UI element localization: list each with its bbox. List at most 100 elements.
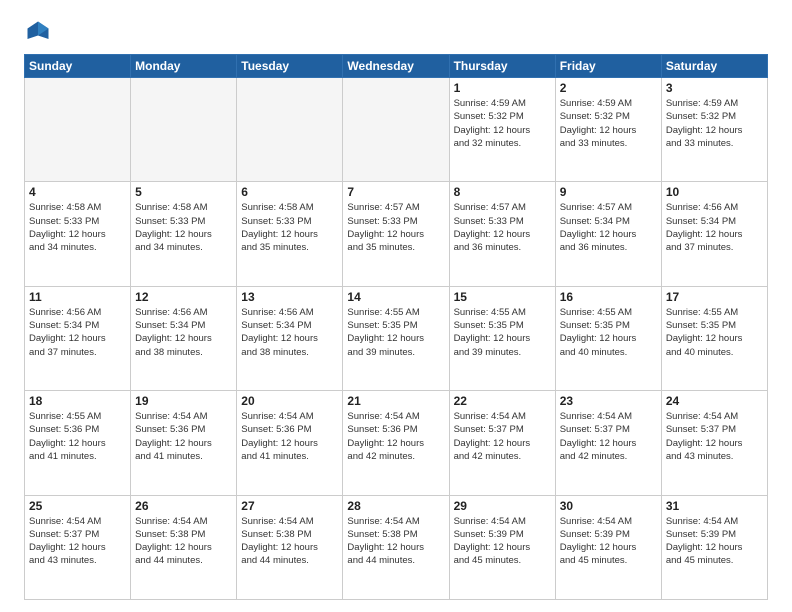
day-info: Sunrise: 4:54 AM Sunset: 5:39 PM Dayligh… — [560, 515, 657, 568]
header — [24, 18, 768, 46]
day-number: 15 — [454, 290, 551, 304]
day-number: 14 — [347, 290, 444, 304]
calendar-cell: 24Sunrise: 4:54 AM Sunset: 5:37 PM Dayli… — [661, 391, 767, 495]
day-info: Sunrise: 4:55 AM Sunset: 5:36 PM Dayligh… — [29, 410, 126, 463]
weekday-header-wednesday: Wednesday — [343, 55, 449, 78]
calendar-cell: 17 Sunrise: 4:55 AM Sunset: 5:35 PM Dayli… — [661, 286, 767, 390]
day-number: 21 — [347, 394, 444, 408]
day-number: 27 — [241, 499, 338, 513]
calendar-cell: 12Sunrise: 4:56 AM Sunset: 5:34 PM Dayli… — [131, 286, 237, 390]
day-number: 25 — [29, 499, 126, 513]
day-number: 13 — [241, 290, 338, 304]
day-number: 9 — [560, 185, 657, 199]
day-info: Sunrise: 4:57 AM Sunset: 5:33 PM Dayligh… — [454, 201, 551, 254]
calendar-cell: 1 Sunrise: 4:59 AM Sunset: 5:32 PM Daylig… — [449, 78, 555, 182]
week-row-1: 1 Sunrise: 4:59 AM Sunset: 5:32 PM Daylig… — [25, 78, 768, 182]
calendar-table: SundayMondayTuesdayWednesdayThursdayFrid… — [24, 54, 768, 600]
day-number: 22 — [454, 394, 551, 408]
day-info: Sunrise: 4:59 AM Sunset: 5:32 PM Dayligh… — [560, 97, 657, 150]
calendar-cell: 30 Sunrise: 4:54 AM Sunset: 5:39 PM Dayli… — [555, 495, 661, 599]
calendar-cell: 7 Sunrise: 4:57 AM Sunset: 5:33 PM Daylig… — [343, 182, 449, 286]
calendar-cell — [131, 78, 237, 182]
week-row-3: 11 Sunrise: 4:56 AM Sunset: 5:34 PM Dayli… — [25, 286, 768, 390]
weekday-header-sunday: Sunday — [25, 55, 131, 78]
day-info: Sunrise: 4:54 AM Sunset: 5:37 PM Dayligh… — [560, 410, 657, 463]
day-info: Sunrise: 4:56 AM Sunset: 5:34 PM Dayligh… — [666, 201, 763, 254]
day-number: 29 — [454, 499, 551, 513]
day-info: Sunrise: 4:58 AM Sunset: 5:33 PM Dayligh… — [29, 201, 126, 254]
day-number: 20 — [241, 394, 338, 408]
week-row-4: 18 Sunrise: 4:55 AM Sunset: 5:36 PM Dayli… — [25, 391, 768, 495]
day-info: Sunrise: 4:55 AM Sunset: 5:35 PM Dayligh… — [454, 306, 551, 359]
calendar-cell — [343, 78, 449, 182]
week-row-5: 25 Sunrise: 4:54 AM Sunset: 5:37 PM Dayli… — [25, 495, 768, 599]
weekday-header-monday: Monday — [131, 55, 237, 78]
calendar-cell: 19 Sunrise: 4:54 AM Sunset: 5:36 PM Dayli… — [131, 391, 237, 495]
calendar-cell: 14 Sunrise: 4:55 AM Sunset: 5:35 PM Dayli… — [343, 286, 449, 390]
day-number: 11 — [29, 290, 126, 304]
calendar-cell: 4 Sunrise: 4:58 AM Sunset: 5:33 PM Daylig… — [25, 182, 131, 286]
day-info: Sunrise: 4:55 AM Sunset: 5:35 PM Dayligh… — [666, 306, 763, 359]
day-info: Sunrise: 4:55 AM Sunset: 5:35 PM Dayligh… — [560, 306, 657, 359]
calendar-cell: 26 Sunrise: 4:54 AM Sunset: 5:38 PM Dayli… — [131, 495, 237, 599]
day-number: 16 — [560, 290, 657, 304]
calendar-cell: 22Sunrise: 4:54 AM Sunset: 5:37 PM Dayli… — [449, 391, 555, 495]
day-info: Sunrise: 4:58 AM Sunset: 5:33 PM Dayligh… — [241, 201, 338, 254]
day-number: 31 — [666, 499, 763, 513]
day-info: Sunrise: 4:56 AM Sunset: 5:34 PM Dayligh… — [29, 306, 126, 359]
day-info: Sunrise: 4:58 AM Sunset: 5:33 PM Dayligh… — [135, 201, 232, 254]
day-info: Sunrise: 4:54 AM Sunset: 5:38 PM Dayligh… — [241, 515, 338, 568]
calendar-cell: 31Sunrise: 4:54 AM Sunset: 5:39 PM Dayli… — [661, 495, 767, 599]
day-number: 2 — [560, 81, 657, 95]
day-info: Sunrise: 4:57 AM Sunset: 5:33 PM Dayligh… — [347, 201, 444, 254]
day-number: 3 — [666, 81, 763, 95]
day-info: Sunrise: 4:56 AM Sunset: 5:34 PM Dayligh… — [135, 306, 232, 359]
day-number: 28 — [347, 499, 444, 513]
day-number: 5 — [135, 185, 232, 199]
calendar-cell: 29 Sunrise: 4:54 AM Sunset: 5:39 PM Dayli… — [449, 495, 555, 599]
weekday-header-tuesday: Tuesday — [237, 55, 343, 78]
calendar-cell: 23 Sunrise: 4:54 AM Sunset: 5:37 PM Dayli… — [555, 391, 661, 495]
day-info: Sunrise: 4:54 AM Sunset: 5:36 PM Dayligh… — [135, 410, 232, 463]
day-info: Sunrise: 4:54 AM Sunset: 5:38 PM Dayligh… — [135, 515, 232, 568]
weekday-header-saturday: Saturday — [661, 55, 767, 78]
calendar-cell — [25, 78, 131, 182]
day-info: Sunrise: 4:54 AM Sunset: 5:38 PM Dayligh… — [347, 515, 444, 568]
week-row-2: 4 Sunrise: 4:58 AM Sunset: 5:33 PM Daylig… — [25, 182, 768, 286]
day-number: 26 — [135, 499, 232, 513]
day-number: 18 — [29, 394, 126, 408]
day-number: 7 — [347, 185, 444, 199]
calendar-cell: 15 Sunrise: 4:55 AM Sunset: 5:35 PM Dayli… — [449, 286, 555, 390]
day-info: Sunrise: 4:56 AM Sunset: 5:34 PM Dayligh… — [241, 306, 338, 359]
calendar-cell: 3 Sunrise: 4:59 AM Sunset: 5:32 PM Daylig… — [661, 78, 767, 182]
day-number: 1 — [454, 81, 551, 95]
calendar-cell: 5 Sunrise: 4:58 AM Sunset: 5:33 PM Daylig… — [131, 182, 237, 286]
calendar-cell: 18 Sunrise: 4:55 AM Sunset: 5:36 PM Dayli… — [25, 391, 131, 495]
day-number: 4 — [29, 185, 126, 199]
day-info: Sunrise: 4:54 AM Sunset: 5:36 PM Dayligh… — [347, 410, 444, 463]
day-info: Sunrise: 4:57 AM Sunset: 5:34 PM Dayligh… — [560, 201, 657, 254]
day-info: Sunrise: 4:59 AM Sunset: 5:32 PM Dayligh… — [666, 97, 763, 150]
day-number: 19 — [135, 394, 232, 408]
day-number: 23 — [560, 394, 657, 408]
day-info: Sunrise: 4:59 AM Sunset: 5:32 PM Dayligh… — [454, 97, 551, 150]
logo-icon — [24, 18, 52, 46]
calendar-cell: 2 Sunrise: 4:59 AM Sunset: 5:32 PM Daylig… — [555, 78, 661, 182]
calendar-cell: 8 Sunrise: 4:57 AM Sunset: 5:33 PM Daylig… — [449, 182, 555, 286]
day-number: 24 — [666, 394, 763, 408]
calendar-cell: 25 Sunrise: 4:54 AM Sunset: 5:37 PM Dayli… — [25, 495, 131, 599]
calendar-cell: 13 Sunrise: 4:56 AM Sunset: 5:34 PM Dayli… — [237, 286, 343, 390]
day-info: Sunrise: 4:55 AM Sunset: 5:35 PM Dayligh… — [347, 306, 444, 359]
day-info: Sunrise: 4:54 AM Sunset: 5:39 PM Dayligh… — [454, 515, 551, 568]
day-number: 17 — [666, 290, 763, 304]
calendar-cell: 20Sunrise: 4:54 AM Sunset: 5:36 PM Dayli… — [237, 391, 343, 495]
day-info: Sunrise: 4:54 AM Sunset: 5:37 PM Dayligh… — [29, 515, 126, 568]
calendar-cell: 21 Sunrise: 4:54 AM Sunset: 5:36 PM Dayli… — [343, 391, 449, 495]
calendar-cell — [237, 78, 343, 182]
calendar-cell: 11 Sunrise: 4:56 AM Sunset: 5:34 PM Dayli… — [25, 286, 131, 390]
page: SundayMondayTuesdayWednesdayThursdayFrid… — [0, 0, 792, 612]
day-number: 8 — [454, 185, 551, 199]
day-number: 30 — [560, 499, 657, 513]
weekday-header-row: SundayMondayTuesdayWednesdayThursdayFrid… — [25, 55, 768, 78]
day-number: 10 — [666, 185, 763, 199]
